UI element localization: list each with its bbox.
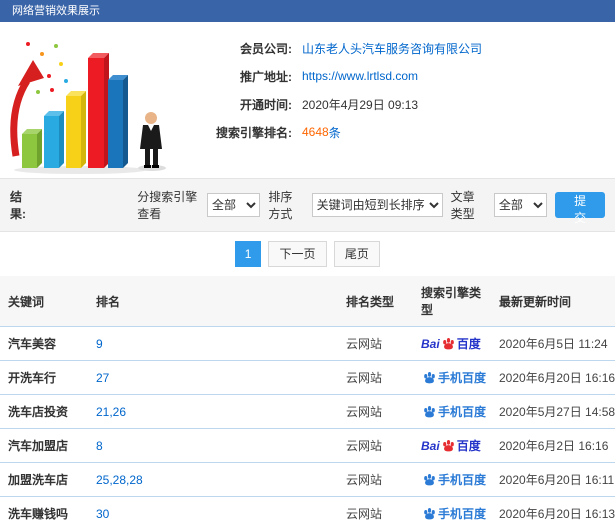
keyword-cell: 汽车加盟店 — [0, 428, 88, 463]
promo-url-link[interactable]: https://www.lrtlsd.com — [302, 69, 418, 83]
mobile-baidu-paw-icon — [424, 474, 435, 486]
mobile-baidu-paw-icon — [424, 508, 435, 520]
result-section-label: 结果: — [10, 190, 26, 221]
rank-type-cell: 云网站 — [338, 394, 413, 429]
updated-time-cell: 2020年6月5日 11:24 — [491, 326, 615, 361]
pagination-current-page[interactable]: 1 — [235, 241, 262, 267]
engine-type-cell: 手机百度 — [413, 360, 491, 395]
table-row: 汽车美容 9 云网站 Bai 百度 2020年6月5日 11:24 — [0, 326, 615, 361]
baidu-paw-icon — [442, 440, 454, 452]
engine-filter-select[interactable]: 全部 — [206, 193, 261, 217]
rank-cell: 21,26 — [88, 394, 338, 429]
baidu-engine-label: Bai 百度 — [421, 337, 481, 351]
engine-rank-label: 搜索引擎排名: — [216, 125, 292, 140]
engine-type-cell: 手机百度 — [413, 394, 491, 429]
table-row: 洗车店投资 21,26 云网站 手机百度 2020年5月27日 14:58 — [0, 394, 615, 429]
mobile-baidu-engine-label: 手机百度 — [421, 405, 486, 419]
updated-time-cell: 2020年6月20日 16:13 — [491, 496, 615, 520]
table-row: 汽车加盟店 8 云网站 Bai 百度 2020年6月2日 16:16 — [0, 428, 615, 463]
keyword-header: 关键词 — [0, 276, 88, 327]
promo-url-row: 推广地址: https://www.lrtlsd.com — [182, 62, 482, 90]
page-title: 网络营销效果展示 — [12, 5, 100, 17]
engine-type-cell: 手机百度 — [413, 496, 491, 520]
info-panel: 会员公司: 山东老人头汽车服务咨询有限公司 推广地址: https://www.… — [0, 22, 615, 178]
rank-type-cell: 云网站 — [338, 428, 413, 463]
updated-time-cell: 2020年5月27日 14:58 — [491, 394, 615, 429]
engine-type-cell: Bai 百度 — [413, 326, 491, 361]
rank-cell: 30 — [88, 496, 338, 520]
rank-cell: 27 — [88, 360, 338, 395]
keyword-cell: 洗车赚钱吗 — [0, 496, 88, 520]
filter-controls: 分搜索引擎查看 全部 排序方式 关键词由短到长排序 文章类型 全部 提交 — [137, 188, 605, 225]
rank-type-header: 排名类型 — [338, 276, 413, 327]
rank-type-cell: 云网站 — [338, 360, 413, 395]
keyword-cell: 加盟洗车店 — [0, 462, 88, 497]
updated-time-cell: 2020年6月20日 16:11 — [491, 462, 615, 497]
table-header-row: 关键词 排名 排名类型 搜索引擎类型 最新更新时间 — [0, 276, 615, 327]
rank-type-cell: 云网站 — [338, 326, 413, 361]
mobile-baidu-paw-icon — [424, 406, 435, 418]
open-time-row: 开通时间: 2020年4月29日 09:13 — [182, 90, 482, 118]
mobile-baidu-engine-label: 手机百度 — [421, 507, 486, 520]
engine-type-cell: 手机百度 — [413, 462, 491, 497]
rank-cell: 8 — [88, 428, 338, 463]
submit-button[interactable]: 提交 — [555, 192, 605, 225]
promo-url-label: 推广地址: — [240, 69, 292, 84]
sort-filter-label: 排序方式 — [268, 190, 293, 221]
rank-type-cell: 云网站 — [338, 462, 413, 497]
open-time-label: 开通时间: — [240, 97, 292, 112]
person-figure — [138, 112, 166, 171]
engine-rank-row: 搜索引擎排名: 4648 条 — [182, 118, 482, 146]
engine-type-cell: Bai 百度 — [413, 428, 491, 463]
open-time-value: 2020年4月29日 09:13 — [302, 97, 419, 112]
updated-header: 最新更新时间 — [491, 276, 615, 327]
bar-chart-graphic — [10, 42, 166, 174]
bar-chart-illustration — [0, 26, 182, 176]
type-filter-label: 文章类型 — [450, 190, 475, 221]
table-row: 洗车赚钱吗 30 云网站 手机百度 2020年6月20日 16:13 — [0, 496, 615, 520]
company-row: 会员公司: 山东老人头汽车服务咨询有限公司 — [182, 34, 482, 62]
engine-rank-count: 4648 — [302, 125, 329, 139]
baidu-paw-icon — [442, 338, 454, 350]
mobile-baidu-paw-icon — [424, 372, 435, 384]
table-row: 开洗车行 27 云网站 手机百度 2020年6月20日 16:16 — [0, 360, 615, 395]
engine-filter-label: 分搜索引擎查看 — [137, 190, 198, 221]
page-title-bar: 网络营销效果展示 — [0, 0, 615, 22]
type-filter-select[interactable]: 全部 — [493, 193, 548, 217]
engine-rank-unit: 条 — [328, 125, 341, 140]
engine-type-header: 搜索引擎类型 — [413, 276, 491, 327]
rank-header: 排名 — [88, 276, 338, 327]
sort-filter-select[interactable]: 关键词由短到长排序 — [311, 193, 443, 217]
member-company-link[interactable]: 山东老人头汽车服务咨询有限公司 — [302, 40, 482, 57]
pagination: 1 下一页 尾页 — [0, 232, 615, 276]
keyword-cell: 洗车店投资 — [0, 394, 88, 429]
rank-cell: 9 — [88, 326, 338, 361]
mobile-baidu-engine-label: 手机百度 — [421, 473, 486, 487]
keyword-cell: 汽车美容 — [0, 326, 88, 361]
updated-time-cell: 2020年6月2日 16:16 — [491, 428, 615, 463]
company-label: 会员公司: — [240, 41, 292, 56]
table-row: 加盟洗车店 25,28,28 云网站 手机百度 2020年6月20日 16:11 — [0, 462, 615, 497]
updated-time-cell: 2020年6月20日 16:16 — [491, 360, 615, 395]
results-table: 关键词 排名 排名类型 搜索引擎类型 最新更新时间 汽车美容 9 云网站 Bai 百度 2… — [0, 276, 615, 520]
pagination-next-button[interactable]: 下一页 — [268, 241, 327, 267]
pagination-last-button[interactable]: 尾页 — [333, 241, 380, 267]
rank-type-cell: 云网站 — [338, 496, 413, 520]
keyword-cell: 开洗车行 — [0, 360, 88, 395]
filter-bar: 结果: 分搜索引擎查看 全部 排序方式 关键词由短到长排序 文章类型 全部 提交 — [0, 178, 615, 232]
mobile-baidu-engine-label: 手机百度 — [421, 371, 486, 385]
member-info: 会员公司: 山东老人头汽车服务咨询有限公司 推广地址: https://www.… — [182, 26, 482, 178]
rank-cell: 25,28,28 — [88, 462, 338, 497]
baidu-engine-label: Bai 百度 — [421, 439, 481, 453]
